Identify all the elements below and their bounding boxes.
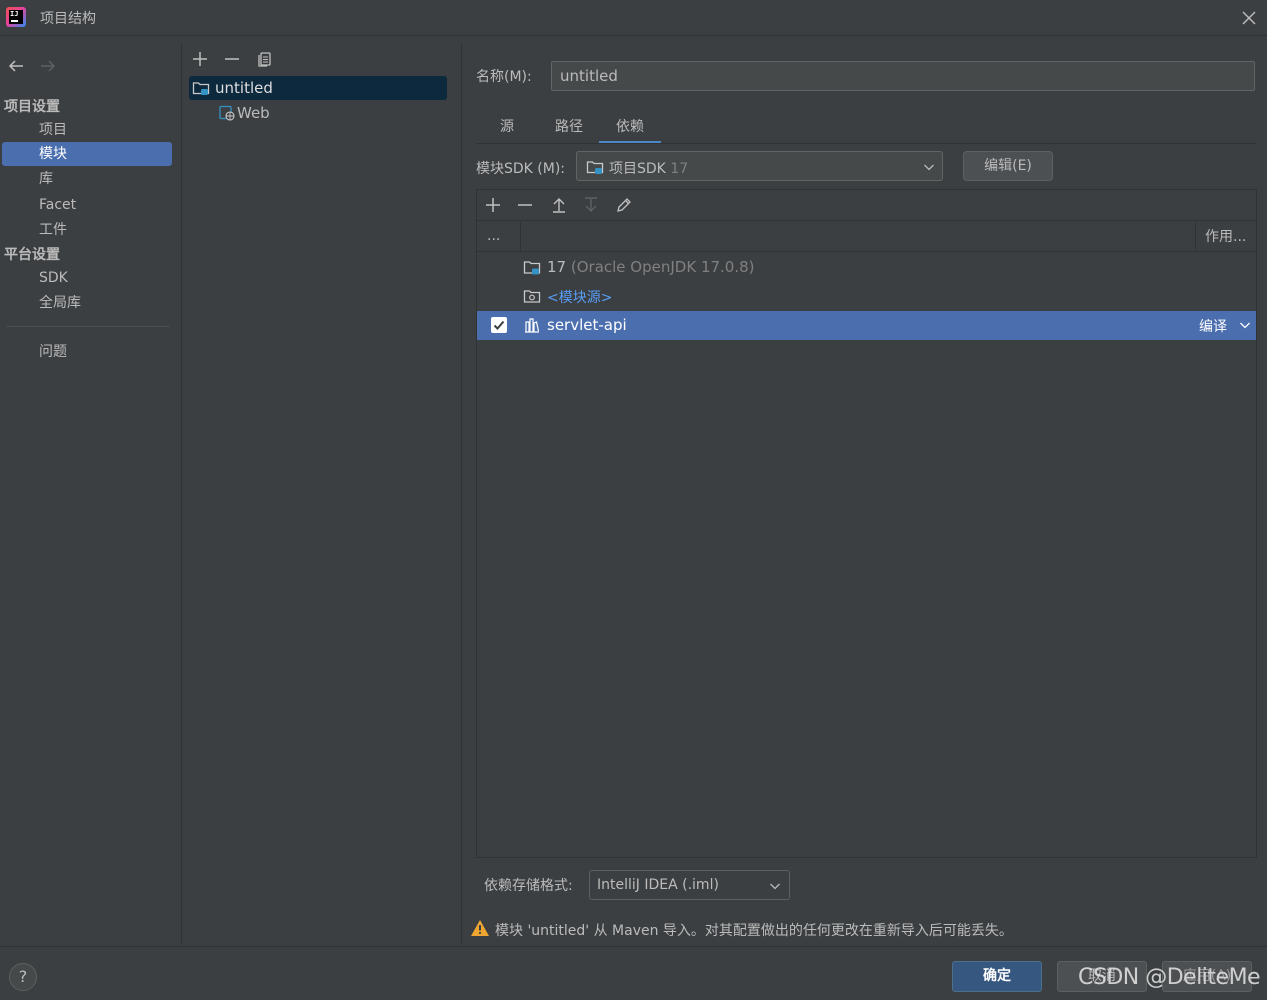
module-sdk-label: 模块SDK (M): <box>476 161 566 177</box>
dependency-row-servlet-api[interactable]: servlet-api 编译 <box>477 311 1256 340</box>
title-bar: IJ 项目结构 <box>0 0 1267 36</box>
storage-format-label: 依赖存储格式: <box>484 878 573 894</box>
tree-node-untitled[interactable]: untitled <box>189 76 447 100</box>
sidebar-item-artifacts[interactable]: 工件 <box>2 218 172 242</box>
web-facet-icon <box>219 105 235 121</box>
dependencies-toolbar <box>477 190 1256 221</box>
sdk-value: 项目SDK <box>609 161 666 177</box>
close-icon[interactable] <box>1241 10 1257 26</box>
remove-icon[interactable] <box>223 50 241 68</box>
edit-sdk-button[interactable]: 编辑(E) <box>963 151 1053 181</box>
copy-icon[interactable] <box>256 50 274 68</box>
tabs-divider <box>476 143 1257 144</box>
add-dependency-icon[interactable] <box>484 196 502 214</box>
chevron-down-icon[interactable] <box>1239 320 1251 330</box>
edit-pencil-icon[interactable] <box>615 196 633 214</box>
dialog-button-bar: ? 确定 取消 应用(A) CSDN @DeliteMe <box>0 946 1267 1000</box>
sidebar-item-project[interactable]: 项目 <box>2 118 172 142</box>
module-detail-panel: 名称(M): 源 路径 依赖 模块SDK (M): 项目SDK 17 编辑(E) <box>463 44 1267 945</box>
tab-sources[interactable]: 源 <box>490 116 524 144</box>
sidebar-item-global-libraries[interactable]: 全局库 <box>2 291 172 315</box>
warning-icon <box>471 920 489 936</box>
name-label: 名称(M): <box>476 69 532 85</box>
tree-node-label: Web <box>237 104 270 122</box>
dependencies-table: ... 作用... 17 (Oracle OpenJDK 17.0.8) <模块… <box>476 189 1257 858</box>
dependency-detail: (Oracle OpenJDK 17.0.8) <box>570 258 755 276</box>
settings-sidebar: 项目设置 项目 模块 库 Facet 工件 平台设置 SDK 全局库 问题 <box>0 44 182 945</box>
sidebar-item-sdks[interactable]: SDK <box>2 266 172 290</box>
module-sdk-select[interactable]: 项目SDK 17 <box>576 151 943 181</box>
ok-button[interactable]: 确定 <box>952 961 1042 992</box>
tab-dependencies[interactable]: 依赖 <box>599 116 661 144</box>
forward-arrow-icon[interactable] <box>39 58 57 74</box>
project-settings-header: 项目设置 <box>4 99 60 115</box>
dependency-name: 17 <box>547 258 567 276</box>
move-down-icon[interactable] <box>582 196 600 214</box>
sidebar-divider <box>6 326 170 327</box>
intellij-logo-icon: IJ <box>6 7 26 27</box>
dependency-name: servlet-api <box>547 316 627 334</box>
storage-format-select[interactable]: IntelliJ IDEA (.iml) <box>589 870 790 900</box>
tree-node-web[interactable]: Web <box>215 101 335 125</box>
header-scope-column[interactable]: 作用... <box>1195 222 1256 252</box>
dependency-name: <模块源> <box>547 290 613 306</box>
chevron-down-icon <box>924 164 934 171</box>
sidebar-item-facets[interactable]: Facet <box>2 193 172 217</box>
dependency-row-jdk[interactable]: 17 (Oracle OpenJDK 17.0.8) <box>477 253 1256 282</box>
library-icon <box>525 318 540 333</box>
sdk-folder-icon <box>586 161 604 174</box>
watermark: CSDN @DeliteMe <box>1078 965 1261 990</box>
window-title: 项目结构 <box>40 11 96 27</box>
sidebar-item-problems[interactable]: 问题 <box>2 340 172 364</box>
sdk-folder-icon <box>523 261 541 275</box>
tree-node-label: untitled <box>215 79 273 97</box>
sidebar-item-modules[interactable]: 模块 <box>2 142 172 166</box>
storage-format-value: IntelliJ IDEA (.iml) <box>597 877 719 893</box>
checkmark-icon <box>493 320 505 330</box>
dependency-row-module-source[interactable]: <模块源> <box>477 282 1256 311</box>
chevron-down-icon <box>770 883 780 890</box>
dependencies-header: ... 作用... <box>477 222 1256 252</box>
scope-select[interactable]: 编译 <box>1199 316 1227 336</box>
back-arrow-icon[interactable] <box>7 58 25 74</box>
export-checkbox[interactable] <box>491 317 507 333</box>
tab-paths[interactable]: 路径 <box>546 116 592 144</box>
sidebar-item-libraries[interactable]: 库 <box>2 167 172 191</box>
move-up-icon[interactable] <box>550 196 568 214</box>
module-tree-panel: untitled Web <box>183 44 462 945</box>
header-export-column[interactable]: ... <box>477 222 521 252</box>
platform-settings-header: 平台设置 <box>4 247 60 263</box>
maven-import-warning: 模块 'untitled' 从 Maven 导入。对其配置做出的任何更改在重新导… <box>495 923 1013 939</box>
sdk-version: 17 <box>670 161 689 177</box>
module-name-input[interactable] <box>551 61 1255 91</box>
add-icon[interactable] <box>191 50 209 68</box>
remove-dependency-icon[interactable] <box>516 196 534 214</box>
source-folder-icon <box>523 290 541 303</box>
module-folder-icon <box>192 82 210 95</box>
help-button[interactable]: ? <box>9 963 37 991</box>
